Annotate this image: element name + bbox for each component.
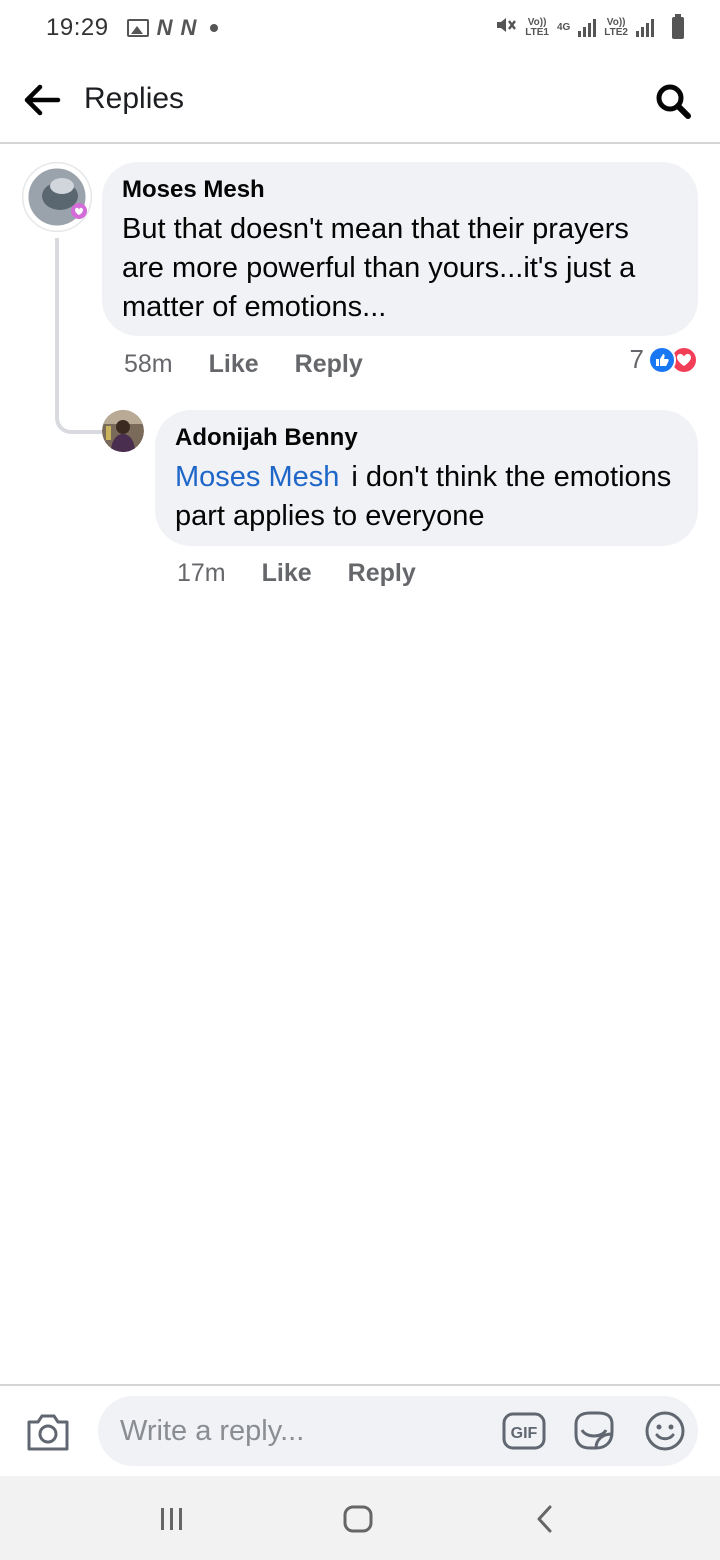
comment-time: 17m — [177, 559, 226, 587]
avatar[interactable] — [102, 410, 144, 452]
system-nav-bar — [0, 1476, 720, 1560]
search-icon[interactable] — [654, 82, 692, 120]
mute-icon — [495, 14, 517, 42]
reply-button[interactable]: Reply — [348, 559, 416, 588]
comment-time: 58m — [124, 350, 173, 378]
arrow-left-icon[interactable] — [22, 80, 62, 120]
comment-text: But that doesn't mean that their prayers… — [122, 213, 636, 323]
gif-label: GIF — [511, 1425, 538, 1442]
status-bar: 19:29 N N Vo)) LTE1 4G Vo)) LTE2 — [0, 0, 720, 56]
mention-link[interactable]: Moses Mesh — [175, 461, 339, 493]
comment-author[interactable]: Adonijah Benny — [175, 424, 678, 452]
network-type-label: 4G — [556, 22, 571, 33]
battery-icon — [672, 14, 684, 39]
status-left: 19:29 N N — [46, 14, 219, 42]
signal-icon — [636, 19, 654, 37]
back-nav-icon[interactable] — [534, 1504, 556, 1534]
recent-apps-icon[interactable] — [158, 1506, 186, 1532]
sim2-label: Vo)) LTE2 — [604, 17, 628, 38]
app-notification-icon: N — [156, 15, 173, 40]
comment-text-wrapper: Moses Mesh i don't think the emotions par… — [175, 458, 678, 536]
app-notification-icon: N — [180, 15, 197, 40]
gallery-notification-icon — [126, 19, 149, 37]
reaction-summary[interactable]: 7 — [630, 344, 698, 375]
comment-meta: 17m Like Reply — [177, 559, 416, 588]
status-time: 19:29 — [46, 14, 109, 41]
home-icon[interactable] — [342, 1504, 374, 1534]
comment-meta: 58m Like Reply — [124, 350, 363, 379]
app-header: Replies — [0, 56, 720, 144]
camera-icon[interactable] — [26, 1412, 70, 1452]
like-button[interactable]: Like — [262, 559, 312, 588]
signal-icon — [578, 19, 597, 37]
reply-input[interactable] — [120, 1396, 490, 1466]
sticker-icon[interactable] — [572, 1410, 616, 1452]
like-reaction-icon — [648, 345, 676, 374]
like-button[interactable]: Like — [209, 350, 259, 379]
gif-icon[interactable]: GIF — [502, 1412, 546, 1450]
reply-button[interactable]: Reply — [295, 350, 363, 379]
notification-icons: N N — [126, 15, 219, 41]
thread-connector-line — [55, 238, 103, 434]
status-right: Vo)) LTE1 4G Vo)) LTE2 — [495, 14, 684, 42]
emoji-icon[interactable] — [644, 1410, 686, 1452]
comment-author[interactable]: Moses Mesh — [122, 176, 678, 204]
page-title: Replies — [84, 82, 185, 115]
sim1-label: Vo)) LTE1 — [525, 17, 549, 38]
avatar[interactable] — [22, 162, 92, 232]
reply-box[interactable]: GIF — [98, 1396, 698, 1466]
reaction-count: 7 — [629, 344, 644, 374]
more-notifications-icon — [210, 24, 219, 32]
comment-bubble[interactable]: Moses Mesh But that doesn't mean that th… — [102, 162, 698, 336]
comment-bubble[interactable]: Adonijah Benny Moses Mesh i don't think t… — [155, 410, 698, 546]
reply-composer: GIF — [0, 1384, 720, 1476]
